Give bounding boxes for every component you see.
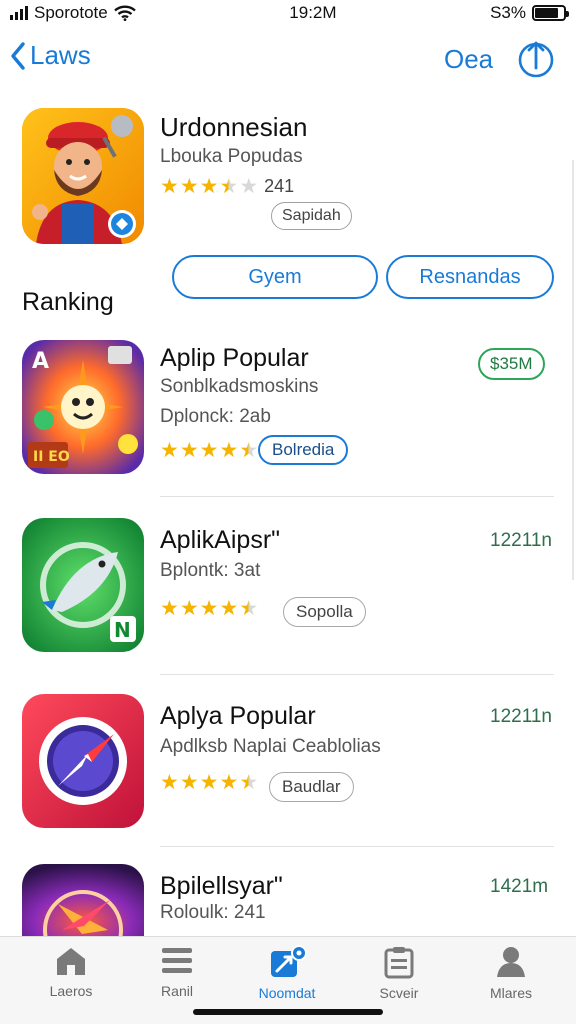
app-subtitle-1: Sonblkadsmoskins (160, 376, 319, 397)
divider (160, 674, 554, 675)
app-price-button-1[interactable]: $35M (478, 348, 545, 380)
rating-count: 241 (264, 176, 295, 196)
star-icon: ★ (199, 175, 219, 198)
back-label: Laws (30, 40, 91, 70)
divider (160, 496, 554, 497)
app-size-4: 1421m (490, 876, 549, 897)
star-icon: ★ (219, 175, 239, 198)
star-icon: ★ (160, 597, 179, 620)
section-title: Ranking (22, 288, 114, 316)
tab-label: Ranil (161, 983, 193, 999)
battery-icon (532, 5, 569, 21)
app-size-3: 12211n (490, 706, 552, 727)
home-icon (57, 948, 85, 975)
status-bar: Sporotote 19:2M S3% (0, 0, 576, 26)
rocket-icon (271, 945, 307, 977)
star-icon: ★ (239, 439, 259, 462)
divider (160, 846, 554, 847)
app-title-4: Bpilellsyar" (160, 872, 283, 900)
star-icon: ★ (179, 175, 199, 198)
star-icon: ★ (199, 771, 219, 794)
signal-icon (10, 6, 28, 20)
wifi-icon (113, 5, 136, 21)
person-icon (497, 947, 525, 977)
app-chip-2[interactable]: Sopolla (283, 597, 366, 627)
battery-percent: S3% (490, 3, 526, 22)
app-title-3: Aplya Popular (160, 702, 316, 730)
status-time: 19:2M (289, 3, 337, 22)
app-rating-2: ★ ★ ★ ★ ★ (160, 598, 258, 619)
app-meta-2: Bplontk: 3at (160, 560, 261, 581)
nav-bar: Laws Oea (0, 34, 576, 86)
star-icon: ★ (219, 771, 239, 794)
app-subtitle-3: Apdlksb Naplai Ceablolias (160, 736, 381, 757)
featured-chip[interactable]: Sapidah (271, 202, 352, 230)
star-icon: ★ (160, 439, 179, 462)
tab-apps[interactable]: Noomdat (232, 945, 342, 1001)
star-icon: ★ (160, 771, 179, 794)
app-icon-3[interactable] (22, 694, 144, 828)
app-chip-1[interactable]: Bolredia (258, 435, 349, 465)
star-icon: ★ (239, 175, 259, 198)
clipboard-icon (384, 947, 414, 979)
svg-text:N: N (114, 618, 131, 642)
star-icon: ★ (239, 771, 259, 794)
tab-search[interactable]: Scveir (344, 945, 454, 1001)
app-icon-1[interactable]: A II EO (22, 340, 144, 474)
featured-app-icon[interactable] (22, 108, 144, 244)
tab-account[interactable]: Mlares (456, 945, 566, 1001)
back-button[interactable]: Laws (10, 40, 91, 71)
scroll-indicator[interactable] (572, 160, 574, 580)
app-title-2: AplikAipsr" (160, 526, 281, 554)
app-icon-4[interactable] (22, 864, 144, 936)
chevron-left-icon (11, 41, 25, 70)
app-meta-4: Roloulk: 241 (160, 902, 266, 923)
svg-text:II EO: II EO (33, 449, 70, 465)
app-title-1: Aplip Popular (160, 344, 309, 372)
tab-ranking[interactable]: Ranil (122, 945, 232, 999)
svg-text:A: A (32, 349, 49, 374)
app-meta-1: Dplonck: 2ab (160, 406, 271, 427)
carrier-name: Sporotote (34, 3, 108, 22)
tab-label: Laeros (49, 983, 93, 999)
featured-app-subtitle: Lbouka Popudas (160, 146, 303, 167)
star-rating: ★ ★ ★ ★ ★ (160, 598, 258, 619)
share-icon[interactable] (516, 38, 556, 78)
nav-action-button[interactable]: Oea (444, 44, 493, 75)
app-chip-3[interactable]: Baudlar (269, 772, 354, 802)
tab-label: Mlares (489, 985, 532, 1001)
tab-label: Scveir (379, 985, 419, 1001)
featured-rating: ★ ★ ★ ★ ★ 241 (160, 176, 294, 197)
star-icon: ★ (199, 597, 219, 620)
list-icon (162, 948, 192, 973)
status-right: S3% (490, 3, 569, 23)
tab-today[interactable]: Laeros (16, 945, 126, 999)
home-indicator[interactable] (193, 1009, 383, 1015)
app-icon-2[interactable]: N (22, 518, 144, 652)
tab-label: Noomdat (258, 985, 316, 1001)
app-rating-1: ★ ★ ★ ★ ★ (160, 440, 258, 461)
star-rating: ★ ★ ★ ★ ★ (160, 772, 258, 793)
app-rating-3: ★ ★ ★ ★ ★ (160, 772, 258, 793)
star-icon: ★ (179, 597, 199, 620)
star-icon: ★ (179, 439, 199, 462)
status-left: Sporotote (10, 3, 136, 23)
get-button[interactable]: Gyem (172, 255, 378, 299)
app-size-2: 12211n (490, 530, 552, 551)
featured-app-title: Urdonnesian (160, 112, 308, 142)
star-icon: ★ (219, 439, 239, 462)
star-icon: ★ (179, 771, 199, 794)
star-icon: ★ (160, 175, 179, 198)
star-icon: ★ (199, 439, 219, 462)
recommendations-button[interactable]: Resnandas (386, 255, 554, 299)
star-icon: ★ (219, 597, 239, 620)
star-rating: ★ ★ ★ ★ ★ (160, 440, 258, 461)
star-icon: ★ (239, 597, 259, 620)
star-rating: ★ ★ ★ ★ ★ (160, 176, 258, 197)
